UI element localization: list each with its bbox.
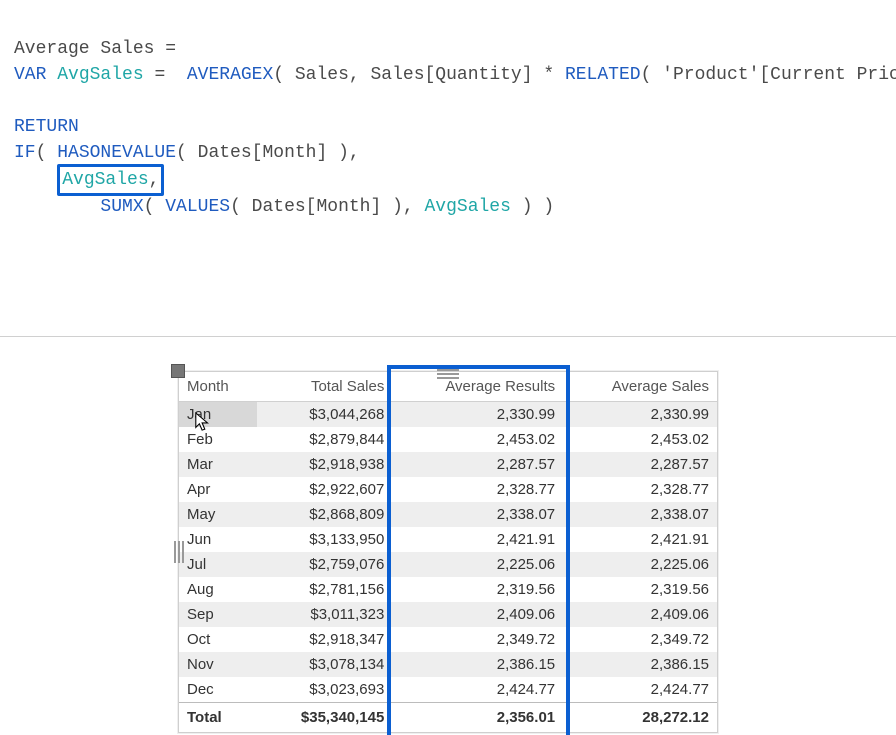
cell-total-sales: $2,868,809 [257, 502, 392, 527]
total-average-results: 2,356.01 [392, 703, 563, 733]
cell-month: Sep [179, 602, 257, 627]
cell-average-sales: 2,287.57 [563, 452, 717, 477]
cell-average-results: 2,225.06 [392, 552, 563, 577]
table-row[interactable]: May$2,868,8092,338.072,338.07 [179, 502, 717, 527]
cell-total-sales: $2,922,607 [257, 477, 392, 502]
column-header-average-sales[interactable]: Average Sales [563, 372, 717, 402]
cell-average-results: 2,409.06 [392, 602, 563, 627]
cell-average-sales: 2,421.91 [563, 527, 717, 552]
cell-average-sales: 2,330.99 [563, 402, 717, 428]
total-label: Total [179, 703, 257, 733]
cell-total-sales: $2,918,347 [257, 627, 392, 652]
table-row[interactable]: Feb$2,879,8442,453.022,453.02 [179, 427, 717, 452]
cell-month: Oct [179, 627, 257, 652]
cell-average-results: 2,421.91 [392, 527, 563, 552]
function-hasonevalue: HASONEVALUE [57, 143, 176, 163]
function-averagex: AVERAGEX [187, 65, 273, 85]
cell-month: Jan [179, 402, 257, 428]
variable-ref: AvgSales [425, 197, 511, 217]
table-row[interactable]: Nov$3,078,1342,386.152,386.15 [179, 652, 717, 677]
cell-month: Mar [179, 452, 257, 477]
cell-average-sales: 2,453.02 [563, 427, 717, 452]
cell-month: Feb [179, 427, 257, 452]
table-row[interactable]: Oct$2,918,3472,349.722,349.72 [179, 627, 717, 652]
table-row[interactable]: Jun$3,133,9502,421.912,421.91 [179, 527, 717, 552]
cell-average-sales: 2,349.72 [563, 627, 717, 652]
cell-total-sales: $2,879,844 [257, 427, 392, 452]
function-related: RELATED [565, 65, 641, 85]
table-row[interactable]: Apr$2,922,6072,328.772,328.77 [179, 477, 717, 502]
cell-month: Aug [179, 577, 257, 602]
dax-formula-editor[interactable]: Average Sales = VAR AvgSales = AVERAGEX(… [0, 0, 896, 306]
cell-average-sales: 2,409.06 [563, 602, 717, 627]
cell-average-results: 2,287.57 [392, 452, 563, 477]
function-if: IF [14, 143, 36, 163]
cell-total-sales: $3,044,268 [257, 402, 392, 428]
cell-total-sales: $2,781,156 [257, 577, 392, 602]
results-table: Month Total Sales Average Results Averag… [179, 372, 717, 732]
resize-side-handle[interactable] [173, 541, 185, 563]
cell-average-results: 2,319.56 [392, 577, 563, 602]
cell-average-results: 2,424.77 [392, 677, 563, 703]
resize-corner-handle[interactable] [171, 364, 185, 378]
drag-handle-icon[interactable] [437, 368, 459, 380]
table-row[interactable]: Jan$3,044,2682,330.992,330.99 [179, 402, 717, 428]
cell-average-results: 2,453.02 [392, 427, 563, 452]
cell-average-sales: 2,338.07 [563, 502, 717, 527]
cell-total-sales: $2,918,938 [257, 452, 392, 477]
variable-ref: AvgSales [62, 170, 148, 190]
cell-total-sales: $3,133,950 [257, 527, 392, 552]
cell-month: Jul [179, 552, 257, 577]
table-row[interactable]: Dec$3,023,6932,424.772,424.77 [179, 677, 717, 703]
table-row[interactable]: Mar$2,918,9382,287.572,287.57 [179, 452, 717, 477]
cell-total-sales: $3,078,134 [257, 652, 392, 677]
keyword-return: RETURN [14, 117, 79, 137]
cell-average-results: 2,330.99 [392, 402, 563, 428]
cell-average-sales: 2,319.56 [563, 577, 717, 602]
cell-average-sales: 2,424.77 [563, 677, 717, 703]
cell-month: Apr [179, 477, 257, 502]
variable-name: AvgSales [57, 65, 143, 85]
total-total-sales: $35,340,145 [257, 703, 392, 733]
cell-total-sales: $3,011,323 [257, 602, 392, 627]
total-average-sales: 28,272.12 [563, 703, 717, 733]
table-visual[interactable]: Month Total Sales Average Results Averag… [178, 371, 718, 733]
cell-average-results: 2,386.15 [392, 652, 563, 677]
function-values: VALUES [165, 197, 230, 217]
cell-month: Jun [179, 527, 257, 552]
column-header-month[interactable]: Month [179, 372, 257, 402]
function-sumx: SUMX [100, 197, 143, 217]
cell-average-results: 2,338.07 [392, 502, 563, 527]
pane-divider[interactable] [0, 336, 896, 337]
cell-total-sales: $3,023,693 [257, 677, 392, 703]
cell-average-results: 2,328.77 [392, 477, 563, 502]
table-row[interactable]: Sep$3,011,3232,409.062,409.06 [179, 602, 717, 627]
cell-month: Dec [179, 677, 257, 703]
cell-month: May [179, 502, 257, 527]
code-text: Average Sales = [14, 39, 187, 59]
cell-average-sales: 2,328.77 [563, 477, 717, 502]
cell-average-sales: 2,225.06 [563, 552, 717, 577]
cell-average-results: 2,349.72 [392, 627, 563, 652]
table-row[interactable]: Jul$2,759,0762,225.062,225.06 [179, 552, 717, 577]
highlighted-token: AvgSales, [57, 164, 164, 196]
cell-average-sales: 2,386.15 [563, 652, 717, 677]
keyword-var: VAR [14, 65, 57, 85]
cell-month: Nov [179, 652, 257, 677]
column-header-average-results[interactable]: Average Results [392, 372, 563, 402]
column-header-total-sales[interactable]: Total Sales [257, 372, 392, 402]
table-row[interactable]: Aug$2,781,1562,319.562,319.56 [179, 577, 717, 602]
cell-total-sales: $2,759,076 [257, 552, 392, 577]
